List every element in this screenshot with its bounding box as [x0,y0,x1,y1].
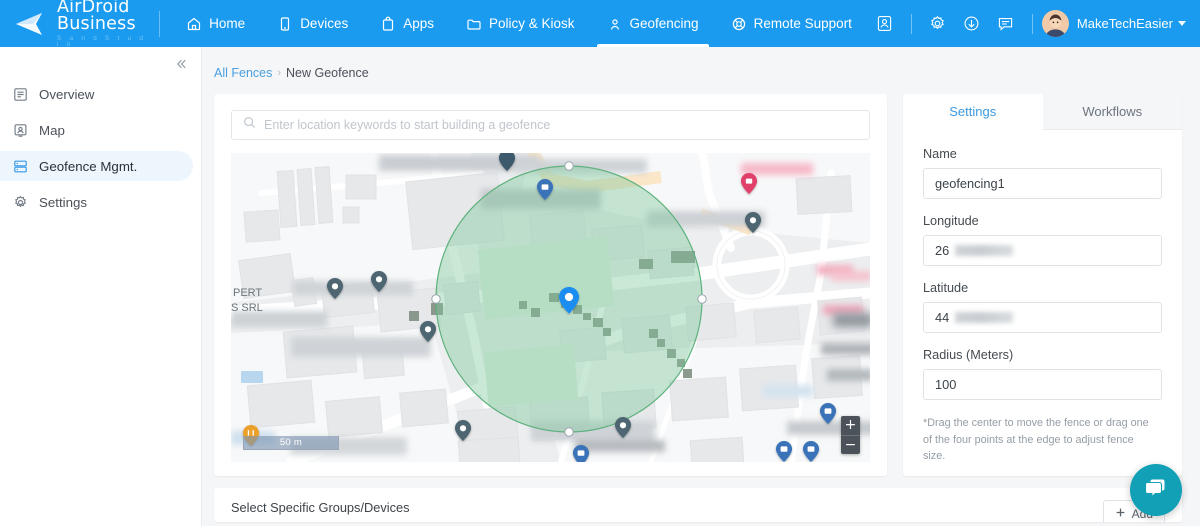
overview-icon [12,86,28,102]
nav-item-devices[interactable]: Devices [261,0,364,47]
gear-icon [12,194,28,210]
settings-card: Settings Workflows Name geofencing1 Long… [903,94,1182,476]
main-content: All Fences › New Geofence Enter location… [202,47,1200,526]
user-name-label: MakeTechEasier [1076,16,1173,31]
location-search-box[interactable]: Enter location keywords to start buildin… [231,110,870,140]
label-name: Name [923,147,957,161]
device-icon [277,16,293,32]
download-icon[interactable] [955,7,989,41]
geofence-list-icon [12,158,28,174]
sidebar: Overview Map Geofence Mgmt. Settings [0,47,202,526]
nav-divider [159,10,161,37]
sidebar-label-map: Map [39,122,65,138]
tab-settings[interactable]: Settings [903,94,1043,130]
folder-icon [466,16,482,32]
map-scale-label: 50 m [279,437,303,448]
radius-field[interactable]: 100 [923,369,1162,400]
latitude-field-value: 44 [935,310,950,325]
map-icon [12,122,28,138]
latitude-field[interactable]: 44 [923,302,1162,333]
nav-label-policy-kiosk: Policy & Kiosk [488,16,575,31]
name-field[interactable]: geofencing1 [923,168,1162,199]
name-field-value: geofencing1 [935,176,1005,191]
nav-label-geofencing: Geofencing [629,16,699,31]
sidebar-label-overview: Overview [39,86,95,102]
geofence-pin-icon [607,16,623,32]
nav-item-apps[interactable]: Apps [364,0,450,47]
gear-icon[interactable] [921,7,955,41]
nav-right-separator-1 [910,13,912,34]
breadcrumb-all-fences[interactable]: All Fences [214,66,272,80]
latitude-redacted-blur [955,312,1014,323]
search-icon [243,116,256,134]
breadcrumb: All Fences › New Geofence [214,47,1182,94]
longitude-field[interactable]: 26 [923,235,1162,266]
sidebar-item-map[interactable]: Map [0,115,193,145]
map-scale-bar: 50 m [243,436,339,450]
drag-hint-text: *Drag the center to move the fence or dr… [923,417,1149,463]
chevron-down-icon [1178,21,1186,26]
chat-support-button[interactable] [1130,464,1182,516]
longitude-field-value: 26 [935,243,950,258]
primary-nav: Home Devices Apps Policy & Kiosk Geofenc… [170,0,868,47]
nav-right-separator-2 [1031,13,1033,34]
select-groups-devices-title: Select Specific Groups/Devices [231,500,410,515]
breadcrumb-current: New Geofence [286,66,369,80]
label-longitude: Longitude [923,214,979,228]
chat-bubble-icon [1142,474,1170,507]
message-icon[interactable] [989,7,1023,41]
svg-text:S SRL: S SRL [231,302,263,314]
nav-label-devices: Devices [300,16,349,31]
nav-item-geofencing[interactable]: Geofencing [591,0,715,47]
sidebar-label-geofence-mgmt: Geofence Mgmt. [39,158,138,174]
sidebar-item-settings[interactable]: Settings [0,187,193,217]
sidebar-item-geofence-mgmt[interactable]: Geofence Mgmt. [0,151,193,181]
geofence-form: Name geofencing1 Longitude 26 Latitude 4… [903,130,1182,465]
select-groups-devices-card: Select Specific Groups/Devices Add [214,488,1182,522]
label-radius: Radius (Meters) [923,348,1014,362]
avatar[interactable] [1041,10,1069,37]
map-card: Enter location keywords to start buildin… [214,94,887,476]
sidebar-item-overview[interactable]: Overview [0,79,193,109]
panel-row: Enter location keywords to start buildin… [214,94,1182,476]
plus-icon [1115,507,1126,521]
brand-title: AirDroid Business [57,0,136,34]
apps-icon [380,16,396,32]
breadcrumb-separator: › [277,67,282,79]
sidebar-menu: Overview Map Geofence Mgmt. Settings [0,79,201,217]
lifebuoy-icon [731,16,747,32]
map-canvas[interactable]: PERT S SRL 50 m + − [231,153,870,462]
nav-label-home: Home [209,16,246,31]
person-badge-icon[interactable] [868,7,902,41]
top-navigation-bar: AirDroid Business S a n d S t u d i o Ho… [0,0,1200,49]
nav-item-policy-kiosk[interactable]: Policy & Kiosk [450,0,591,47]
tab-workflows[interactable]: Workflows [1042,94,1182,130]
user-menu[interactable]: MakeTechEasier [1077,16,1186,31]
svg-text:PERT: PERT [233,287,262,299]
radius-field-value: 100 [935,377,957,392]
nav-label-apps: Apps [403,16,434,31]
nav-item-remote-support[interactable]: Remote Support [715,0,868,47]
zoom-in-button[interactable]: + [841,416,860,435]
nav-right-tools: MakeTechEasier [868,7,1200,41]
map-render: PERT S SRL [231,153,870,462]
longitude-redacted-blur [955,245,1014,256]
search-input[interactable]: Enter location keywords to start buildin… [264,118,550,132]
sidebar-label-settings: Settings [39,194,88,210]
airdroid-arrow-logo-icon [14,12,52,36]
label-latitude: Latitude [923,281,969,295]
home-icon [186,16,202,32]
page-body: Overview Map Geofence Mgmt. Settings All… [0,47,1200,526]
nav-item-home[interactable]: Home [170,0,261,47]
zoom-out-button[interactable]: − [841,435,860,454]
settings-tabs: Settings Workflows [903,94,1182,130]
double-chevron-left-icon[interactable] [172,55,190,73]
map-zoom-controls: + − [841,416,860,454]
brand-logo[interactable]: AirDroid Business S a n d S t u d i o [0,0,155,49]
nav-label-remote-support: Remote Support [753,16,852,31]
